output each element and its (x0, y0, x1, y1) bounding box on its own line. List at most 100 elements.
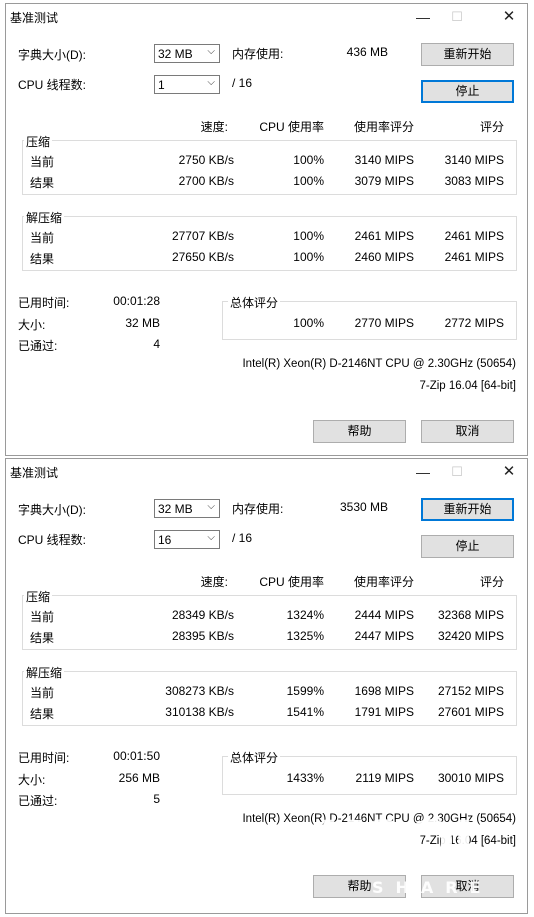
dict-size-value: 32 MB (158, 502, 193, 516)
header-rating: 评分 (479, 575, 504, 589)
dict-size-label: 字典大小(D): (18, 503, 86, 517)
compress-row-rating: 3140 MIPS (444, 153, 504, 167)
decompress-row-speed: 310138 KB/s (165, 705, 234, 719)
decompress-row-label: 结果 (30, 252, 55, 266)
total-cpu: 100% (293, 316, 324, 330)
elapsed-time-label: 已用时间: (18, 751, 70, 765)
decompress-group-label: 解压缩 (24, 664, 65, 681)
compress-row-label: 当前 (30, 155, 55, 169)
total-rating-label: 总体评分 (228, 294, 281, 311)
decompress-row-cpu: 100% (293, 229, 324, 243)
decompress-row-rating-per-usage: 2461 MIPS (354, 229, 414, 243)
decompress-row-label: 结果 (30, 707, 55, 721)
header-rating-per-usage: 使用率评分 (353, 120, 414, 134)
maximize-icon[interactable]: ☐ (443, 461, 471, 483)
size-label: 大小: (18, 318, 46, 332)
title-bar: 基准测试 — ☐ ✕ (6, 4, 527, 30)
title-bar: 基准测试 — ☐ ✕ (6, 459, 527, 485)
decompress-row-label: 当前 (30, 686, 55, 700)
header-speed: 速度: (200, 120, 228, 134)
elapsed-time-label: 已用时间: (18, 296, 70, 310)
compress-row-cpu: 100% (293, 174, 324, 188)
compress-row-speed: 2750 KB/s (178, 153, 234, 167)
cancel-button[interactable]: 取消 (421, 420, 514, 443)
cpu-threads-value: 16 (158, 533, 172, 547)
compress-row-speed: 28349 KB/s (171, 608, 234, 622)
decompress-row-rating: 27601 MIPS (437, 705, 504, 719)
cpu-threads-total: / 16 (232, 76, 253, 90)
compress-row-label: 结果 (30, 176, 55, 190)
compress-group-label: 压缩 (24, 133, 53, 150)
watermark-logo-sub: SHARE (372, 878, 493, 897)
compress-group-label: 压缩 (24, 588, 53, 605)
watermark-site: koolshare.cn (236, 890, 306, 903)
compress-row-cpu: 1325% (286, 629, 324, 643)
maximize-icon[interactable]: ☐ (443, 6, 471, 28)
dict-size-label: 字典大小(D): (18, 48, 86, 62)
compress-row-label: 当前 (30, 610, 55, 624)
total-rating-per-usage: 2770 MIPS (354, 316, 414, 330)
passes-label: 已通过: (18, 339, 58, 353)
passes-label: 已通过: (18, 794, 58, 808)
decompress-row-cpu: 1541% (286, 705, 324, 719)
cpu-threads-select[interactable]: 16 ⌵ (154, 530, 220, 549)
decompress-row-rating-per-usage: 1698 MIPS (354, 684, 414, 698)
header-cpu-usage: CPU 使用率 (259, 120, 324, 134)
cpu-threads-value: 1 (158, 78, 165, 92)
cpu-threads-label: CPU 线程数: (18, 78, 87, 92)
decompress-row-rating: 2461 MIPS (444, 229, 504, 243)
cpu-threads-select[interactable]: 1 ⌵ (154, 75, 220, 94)
cpu-threads-total: / 16 (232, 531, 253, 545)
benchmark-window-1: 基准测试 — ☐ ✕ 字典大小(D): 32 MB ⌵ CPU 线程数: 1 ⌵ / 16 内存使用:… (5, 3, 528, 456)
size-value: 256 MB (118, 771, 160, 785)
decompress-row-speed: 27650 KB/s (171, 250, 234, 264)
size-value: 32 MB (125, 316, 160, 330)
compress-row-label: 结果 (30, 631, 55, 645)
close-icon[interactable]: ✕ (495, 6, 523, 28)
total-rating: 30010 MIPS (437, 771, 504, 785)
compress-row-speed: 2700 KB/s (178, 174, 234, 188)
stop-button[interactable]: 停止 (421, 80, 514, 103)
compress-row-rating: 3083 MIPS (444, 174, 504, 188)
compress-row-cpu: 1324% (286, 608, 324, 622)
watermark-logo: KOOL (318, 808, 490, 876)
dict-size-select[interactable]: 32 MB ⌵ (154, 44, 220, 63)
header-cpu-usage: CPU 使用率 (259, 575, 324, 589)
window-title: 基准测试 (10, 466, 59, 480)
restart-button[interactable]: 重新开始 (421, 498, 514, 521)
elapsed-time-value: 00:01:28 (113, 294, 160, 308)
compress-row-rating: 32420 MIPS (437, 629, 504, 643)
memory-usage-value: 3530 MB (339, 500, 388, 514)
dict-size-value: 32 MB (158, 47, 193, 61)
total-cpu: 1433% (286, 771, 324, 785)
decompress-group-label: 解压缩 (24, 209, 65, 226)
restart-button[interactable]: 重新开始 (421, 43, 514, 66)
header-rating-per-usage: 使用率评分 (353, 575, 414, 589)
version-info: 7-Zip 16.04 [64-bit] (419, 380, 516, 392)
minimize-icon[interactable]: — (409, 461, 437, 483)
compress-row-rating-per-usage: 2444 MIPS (354, 608, 414, 622)
stop-button[interactable]: 停止 (421, 535, 514, 558)
dict-size-select[interactable]: 32 MB ⌵ (154, 499, 220, 518)
help-button[interactable]: 帮助 (313, 420, 406, 443)
minimize-icon[interactable]: — (409, 6, 437, 28)
decompress-row-speed: 27707 KB/s (171, 229, 234, 243)
chevron-down-icon: ⌵ (207, 501, 215, 512)
decompress-row-rating: 27152 MIPS (437, 684, 504, 698)
decompress-row-cpu: 1599% (286, 684, 324, 698)
decompress-row-rating: 2461 MIPS (444, 250, 504, 264)
total-rating-label: 总体评分 (228, 749, 281, 766)
memory-usage-label: 内存使用: (232, 47, 284, 61)
total-rating-per-usage: 2119 MIPS (355, 771, 414, 785)
size-label: 大小: (18, 773, 46, 787)
compress-row-speed: 28395 KB/s (171, 629, 234, 643)
window-title: 基准测试 (10, 11, 59, 25)
decompress-row-label: 当前 (30, 231, 55, 245)
compress-row-rating-per-usage: 3140 MIPS (354, 153, 414, 167)
decompress-row-cpu: 100% (293, 250, 324, 264)
passes-value: 4 (153, 337, 160, 351)
close-icon[interactable]: ✕ (495, 461, 523, 483)
cpu-info: Intel(R) Xeon(R) D-2146NT CPU @ 2.30GHz … (242, 358, 516, 370)
elapsed-time-value: 00:01:50 (113, 749, 160, 763)
memory-usage-value: 436 MB (346, 45, 388, 59)
